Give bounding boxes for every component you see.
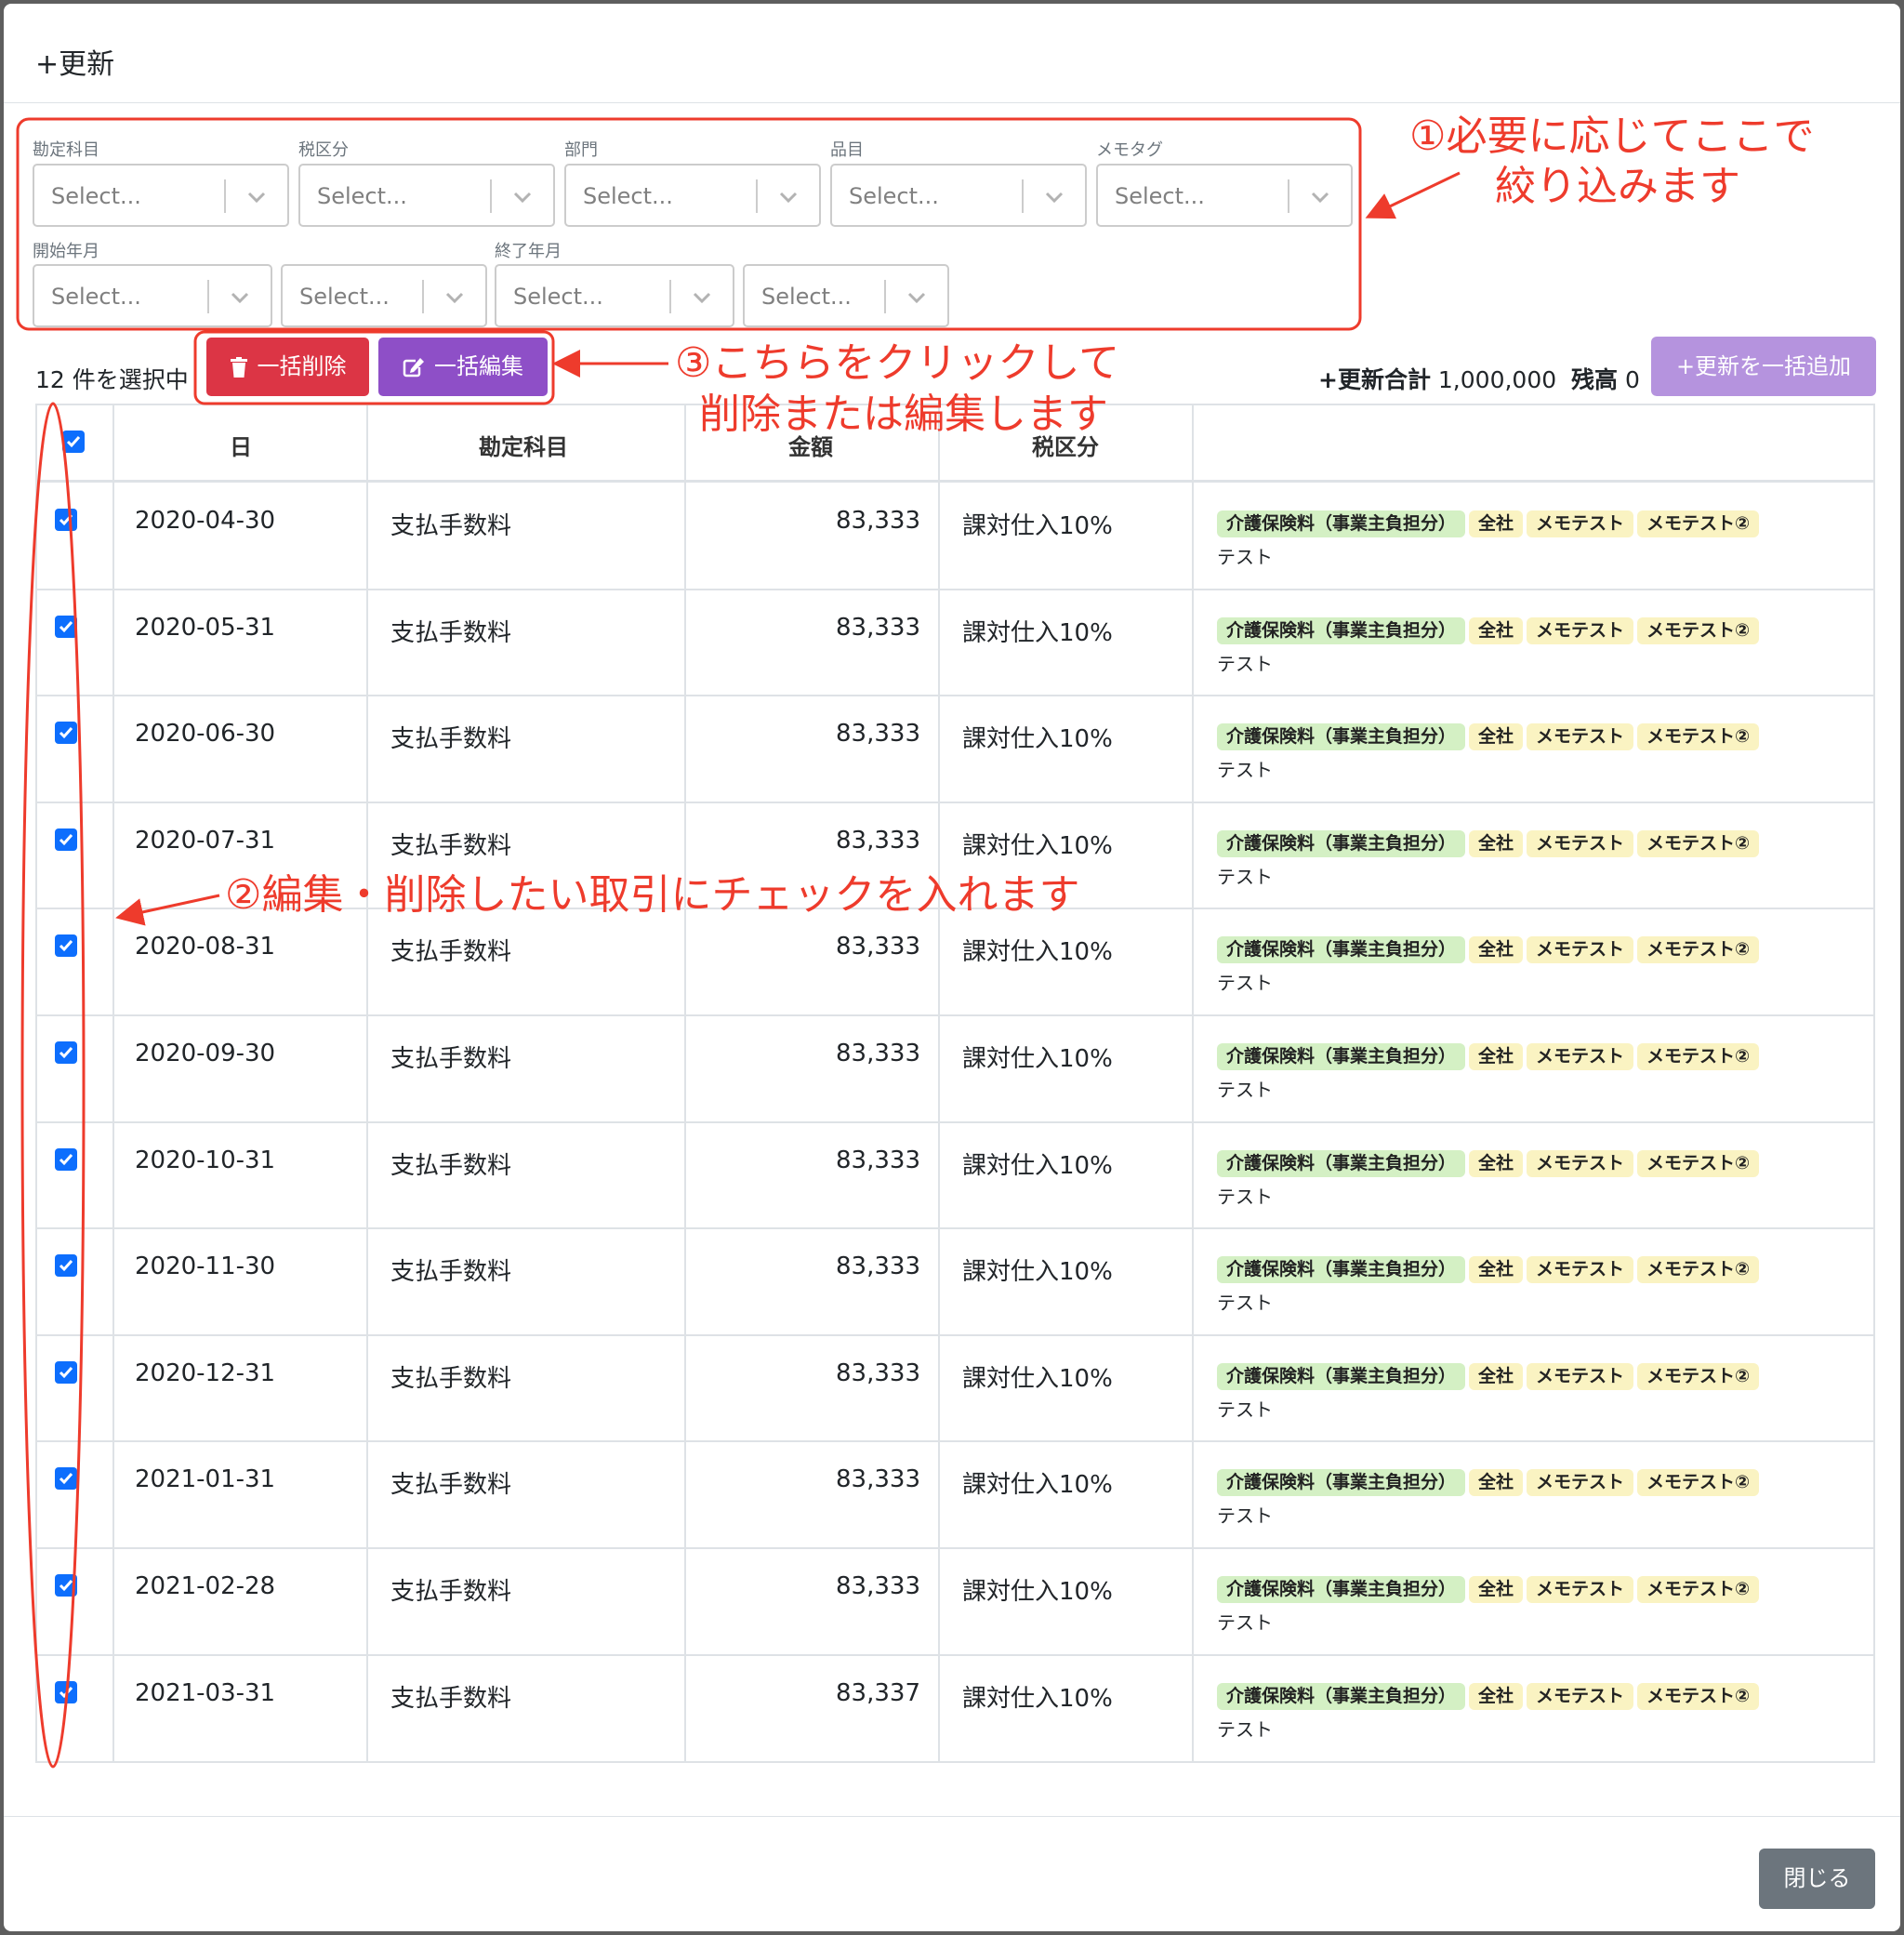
annotation-checkbox-ellipse	[20, 402, 86, 1769]
annotation-overlay	[16, 117, 1461, 1769]
annotation-buttons-box	[193, 330, 555, 405]
annotation-filter-box	[16, 117, 1362, 331]
bulk-update-modal: +更新 勘定科目 Select... 税区分 Select... 部門 Select...…	[4, 4, 1900, 1931]
annotation-arrow-filter	[1365, 171, 1461, 219]
annotation-arrow-checkbox	[115, 894, 220, 926]
